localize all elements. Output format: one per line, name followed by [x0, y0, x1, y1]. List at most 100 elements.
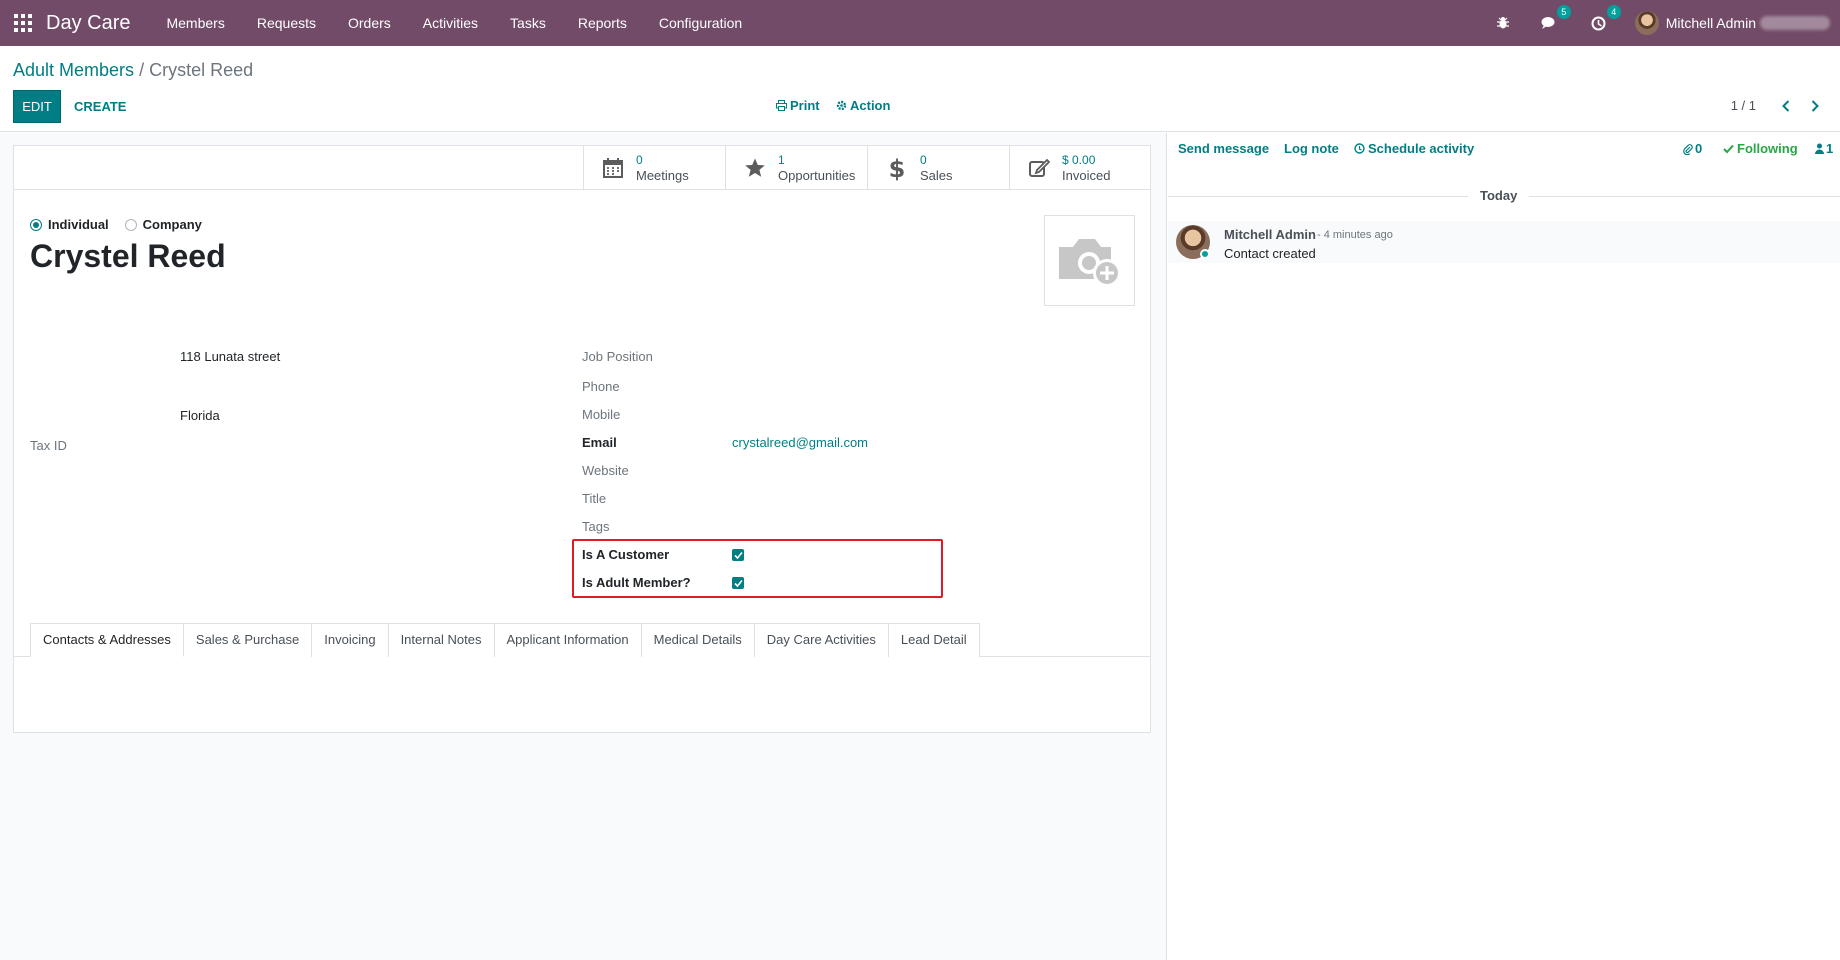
edit-icon [1022, 157, 1056, 179]
user-avatar [1634, 11, 1659, 35]
tab-invoicing[interactable]: Invoicing [311, 623, 389, 657]
tab-contacts-addresses[interactable]: Contacts & Addresses [30, 623, 184, 657]
meetings-count: 0 [636, 153, 643, 167]
activity-clock-icon[interactable]: 4 [1587, 5, 1621, 35]
top-navbar: Day Care Members Requests Orders Activit… [0, 0, 1840, 46]
meetings-stat-button[interactable]: 0 Meetings [583, 146, 725, 190]
address-state[interactable]: Florida [180, 408, 220, 423]
print-button[interactable]: Print [776, 98, 820, 113]
bug-icon[interactable] [1491, 11, 1515, 35]
app-brand[interactable]: Day Care [46, 12, 130, 35]
log-note-button[interactable]: Log note [1284, 141, 1339, 156]
calendar-icon [596, 157, 630, 179]
tab-lead-detail[interactable]: Lead Detail [887, 623, 980, 657]
messaging-badge: 5 [1556, 5, 1571, 19]
individual-radio-label[interactable]: Individual [48, 217, 109, 232]
menu-requests[interactable]: Requests [241, 0, 332, 46]
apps-menu-icon[interactable] [12, 12, 34, 34]
pager-value[interactable]: 1 / 1 [1731, 98, 1756, 113]
menu-reports[interactable]: Reports [562, 0, 643, 46]
address-street[interactable]: 118 Lunata street [180, 349, 280, 364]
tax-id-label: Tax ID [30, 438, 67, 453]
sales-stat-button[interactable]: $ 0 Sales [867, 146, 1009, 190]
invoiced-amount: $ 0.00 [1062, 153, 1096, 167]
breadcrumb-current: Crystel Reed [149, 60, 254, 80]
notebook-tabs: Contacts & Addresses Sales & Purchase In… [30, 623, 980, 657]
tags-label: Tags [582, 519, 610, 534]
followers-count: 1 [1826, 141, 1834, 156]
stat-button-box: 0 Meetings 1 Opportunities $ 0 Sales $ 0… [14, 146, 1150, 190]
menu-activities[interactable]: Activities [407, 0, 494, 46]
following-button[interactable]: Following [1723, 141, 1798, 156]
attachments-count: 0 [1695, 141, 1703, 156]
send-message-button[interactable]: Send message [1178, 141, 1269, 156]
star-icon [738, 157, 772, 179]
user-icon [1815, 143, 1824, 154]
user-menu[interactable]: Mitchell Admin [1634, 11, 1830, 35]
opportunities-count: 1 [778, 153, 785, 167]
invoiced-label: Invoiced [1062, 168, 1111, 183]
company-radio-label[interactable]: Company [143, 217, 202, 232]
breadcrumb-separator: / [139, 60, 145, 80]
edit-button[interactable]: EDIT [13, 90, 61, 123]
message-author[interactable]: Mitchell Admin [1224, 227, 1316, 242]
tab-sales-purchase[interactable]: Sales & Purchase [182, 623, 313, 657]
invoiced-stat-button[interactable]: $ 0.00 Invoiced [1009, 146, 1151, 190]
print-icon [776, 100, 787, 111]
website-label: Website [582, 463, 629, 478]
message-body: Contact created [1224, 246, 1316, 261]
breadcrumb-parent[interactable]: Adult Members [13, 60, 134, 80]
job-position-label: Job Position [582, 349, 653, 364]
tab-applicant-information[interactable]: Applicant Information [493, 623, 642, 657]
menu-orders[interactable]: Orders [332, 0, 407, 46]
menu-configuration[interactable]: Configuration [643, 0, 758, 46]
pager-previous-button[interactable] [1775, 95, 1797, 117]
create-button[interactable]: CREATE [66, 90, 134, 123]
email-label: Email [582, 435, 617, 450]
sales-count: 0 [920, 153, 927, 167]
svg-text:$: $ [889, 155, 906, 181]
activity-badge: 4 [1606, 5, 1621, 19]
following-label: Following [1737, 141, 1798, 156]
image-upload-placeholder[interactable] [1044, 215, 1135, 306]
followers-button[interactable]: 1 [1815, 141, 1833, 156]
camera-add-icon [1058, 238, 1121, 287]
individual-radio[interactable] [30, 218, 42, 231]
meetings-label: Meetings [636, 168, 689, 183]
date-divider-label: Today [1468, 188, 1530, 203]
company-radio[interactable] [124, 218, 137, 231]
user-name: Mitchell Admin [1665, 15, 1756, 31]
navbar-systray: 5 4 Mitchell Admin [1483, 0, 1840, 46]
opportunities-stat-button[interactable]: 1 Opportunities [725, 146, 867, 190]
chevron-left-icon [1782, 100, 1790, 112]
clock-icon [1354, 143, 1365, 154]
action-button[interactable]: Action [836, 98, 890, 113]
phone-label: Phone [582, 379, 620, 394]
messaging-icon[interactable]: 5 [1537, 5, 1571, 35]
sales-label: Sales [920, 168, 953, 183]
highlight-annotation-box [572, 539, 943, 598]
print-label: Print [790, 98, 820, 113]
chatter-message: Mitchell Admin - 4 minutes ago Contact c… [1168, 221, 1840, 263]
schedule-activity-button[interactable]: Schedule activity [1354, 141, 1474, 156]
email-value[interactable]: crystalreed@gmail.com [732, 435, 868, 450]
company-type-radio-group: Individual Company [30, 217, 218, 232]
form-sheet: 0 Meetings 1 Opportunities $ 0 Sales $ 0… [13, 145, 1151, 733]
mobile-label: Mobile [582, 407, 621, 422]
menu-members[interactable]: Members [150, 0, 240, 46]
pager-next-button[interactable] [1804, 95, 1826, 117]
attachments-button[interactable]: 0 [1683, 141, 1702, 156]
tab-medical-details[interactable]: Medical Details [640, 623, 755, 657]
online-status-indicator [1200, 249, 1210, 259]
dollar-icon: $ [880, 155, 914, 181]
menu-tasks[interactable]: Tasks [494, 0, 562, 46]
action-label: Action [850, 98, 891, 113]
chatter-panel: Send message Log note Schedule activity … [1168, 133, 1840, 960]
control-panel: Adult Members / Crystel Reed EDIT CREATE… [0, 46, 1840, 132]
tab-internal-notes[interactable]: Internal Notes [387, 623, 495, 657]
title-label: Title [582, 491, 607, 506]
chevron-right-icon [1811, 100, 1819, 112]
gear-icon [836, 100, 847, 111]
tab-day-care-activities[interactable]: Day Care Activities [753, 623, 889, 657]
check-icon [1723, 144, 1734, 153]
